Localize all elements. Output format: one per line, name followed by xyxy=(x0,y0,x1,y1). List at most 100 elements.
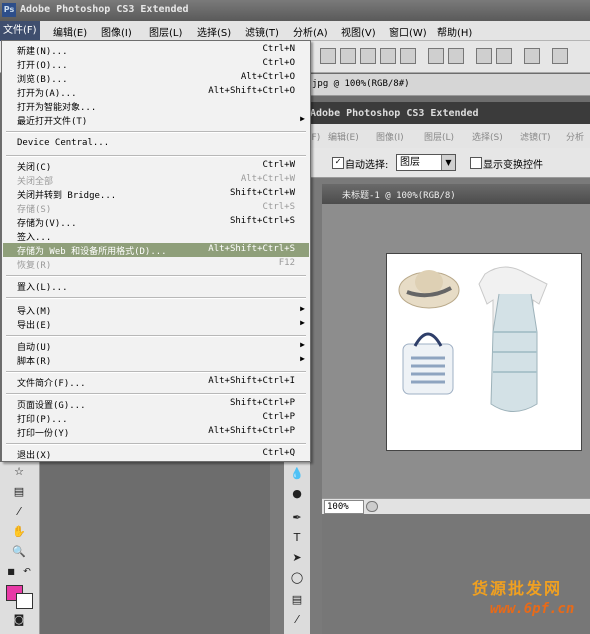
inner-window-title: Adobe Photoshop CS3 Extended xyxy=(310,108,479,119)
chevron-down-icon: ▼ xyxy=(441,155,455,170)
menu-item-label: 存储(S) xyxy=(17,205,52,215)
show-transform-checkbox[interactable] xyxy=(470,157,482,169)
submenu-arrow-icon: ▶ xyxy=(300,318,305,327)
menu-item-check-in[interactable]: 签入... xyxy=(3,229,309,243)
menu-layer[interactable]: 图层(L) xyxy=(149,24,182,39)
inner-menu-filter[interactable]: 滤镜(T) xyxy=(520,130,551,143)
menu-filter[interactable]: 滤镜(T) xyxy=(245,24,279,39)
auto-select-label: 自动选择: xyxy=(345,160,389,171)
align-hcenter-icon[interactable] xyxy=(400,48,416,64)
notes-icon[interactable]: ▤ xyxy=(288,592,306,608)
swap-colors-icon[interactable]: ↶ xyxy=(18,564,36,580)
menu-item-label: 脚本(R) xyxy=(17,357,52,367)
menu-item-new[interactable]: 新建(N)... Ctrl+N xyxy=(3,43,309,57)
align-left-icon[interactable] xyxy=(380,48,396,64)
document-tab[interactable]: jpg @ 100%(RGB/8#) xyxy=(310,74,590,96)
hand-icon[interactable]: ✋ xyxy=(10,524,28,540)
menu-item-browse[interactable]: 浏览(B)... Alt+Ctrl+O xyxy=(3,71,309,85)
menu-item-label: 页面设置(G)... xyxy=(17,401,86,411)
inner-menu-layer[interactable]: 图层(L) xyxy=(424,130,454,143)
auto-align-icon[interactable] xyxy=(552,48,568,64)
menu-item-exit[interactable]: 退出(X) Ctrl+Q xyxy=(3,447,309,461)
path-select-icon[interactable]: ➤ xyxy=(288,550,306,566)
inner-menu-image[interactable]: 图像(I) xyxy=(376,130,404,143)
photoshop-logo-icon: Ps xyxy=(2,3,16,17)
zoom-field[interactable]: 100% xyxy=(324,500,364,514)
menu-item-import[interactable]: 导入(M) ▶ xyxy=(3,303,309,317)
menu-edit[interactable]: 编辑(E) xyxy=(53,24,87,39)
inner-document-title: 未标题-1 @ 100%(RGB/8) xyxy=(342,191,456,201)
auto-select-checkbox[interactable]: ✓ xyxy=(332,157,344,169)
eyedropper-icon[interactable]: ⁄ xyxy=(288,612,306,628)
quickmask-icon[interactable]: ◙ xyxy=(10,612,28,628)
menu-select[interactable]: 选择(S) xyxy=(197,24,231,39)
menu-item-close-go-bridge[interactable]: 关闭并转到 Bridge... Shift+Ctrl+W xyxy=(3,187,309,201)
background-color-swatch[interactable] xyxy=(16,593,33,609)
blur-icon[interactable]: 💧 xyxy=(288,466,306,482)
inner-menu-edit[interactable]: 编辑(E) xyxy=(328,130,359,143)
menu-item-shortcut: Alt+Shift+Ctrl+P xyxy=(208,426,295,436)
distribute-left-icon[interactable] xyxy=(476,48,492,64)
status-bar: 100% xyxy=(322,498,590,514)
align-bottom-icon[interactable] xyxy=(360,48,376,64)
inner-menu-analysis[interactable]: 分析 xyxy=(566,130,584,143)
zoom-icon[interactable]: 🔍 xyxy=(10,544,28,560)
layer-select[interactable]: 图层 ▼ xyxy=(396,154,456,171)
menu-help[interactable]: 帮助(H) xyxy=(437,24,472,39)
align-vcenter-icon[interactable] xyxy=(340,48,356,64)
menu-item-scripts[interactable]: 脚本(R) ▶ xyxy=(3,353,309,367)
menu-image[interactable]: 图像(I) xyxy=(101,24,132,39)
app-title-bar: Ps Adobe Photoshop CS3 Extended xyxy=(0,0,590,21)
menu-item-open-smart-object[interactable]: 打开为智能对象... xyxy=(3,99,309,113)
menu-item-print-one-copy[interactable]: 打印一份(Y) Alt+Shift+Ctrl+P xyxy=(3,425,309,439)
menu-item-place[interactable]: 置入(L)... xyxy=(3,279,309,293)
layer-select-value: 图层 xyxy=(400,157,420,168)
distribute-hcenter-icon[interactable] xyxy=(496,48,512,64)
menu-item-open-as[interactable]: 打开为(A)... Alt+Shift+Ctrl+O xyxy=(3,85,309,99)
inner-menu-bar: 文件(F) 编辑(E) 图像(I) 图层(L) 选择(S) 滤镜(T) 分析 xyxy=(270,124,590,148)
menu-item-shortcut: Alt+Ctrl+O xyxy=(240,72,295,82)
menu-item-recent-files[interactable]: 最近打开文件(T) ▶ xyxy=(3,113,309,127)
menu-item-save-as[interactable]: 存储为(V)... Shift+Ctrl+S xyxy=(3,215,309,229)
menu-item-label: 签入... xyxy=(17,233,52,243)
ellipse-icon[interactable]: ◯ xyxy=(288,570,306,586)
menu-item-device-central[interactable]: Device Central... xyxy=(3,137,309,151)
menu-item-shortcut: Alt+Ctrl+W xyxy=(240,174,295,184)
show-transform-label: 显示变换控件 xyxy=(483,160,543,171)
menu-analysis[interactable]: 分析(A) xyxy=(293,24,328,39)
menu-item-shortcut: F12 xyxy=(278,258,295,268)
notes-icon[interactable]: ▤ xyxy=(10,484,28,500)
menu-item-save-for-web[interactable]: 存储为 Web 和设备所用格式(D)... Alt+Shift+Ctrl+S xyxy=(3,243,309,257)
canvas-store-text: 店铺名称或地址 xyxy=(435,420,533,436)
menu-item-label: 导出(E) xyxy=(17,321,52,331)
pen-icon[interactable]: ✒ xyxy=(288,510,306,526)
menu-item-save[interactable]: 存储(S) Ctrl+S xyxy=(3,201,309,215)
menu-item-page-setup[interactable]: 页面设置(G)... Shift+Ctrl+P xyxy=(3,397,309,411)
menu-file[interactable]: 文件(F) xyxy=(0,21,40,41)
menu-view[interactable]: 视图(V) xyxy=(341,24,376,39)
menu-item-revert[interactable]: 恢复(R) F12 xyxy=(3,257,309,271)
inner-menu-select[interactable]: 选择(S) xyxy=(472,130,503,143)
menu-item-label: 打开(O)... xyxy=(17,61,68,71)
submenu-arrow-icon: ▶ xyxy=(300,114,305,123)
menu-item-open[interactable]: 打开(O)... Ctrl+O xyxy=(3,57,309,71)
history-brush-icon[interactable]: ☆ xyxy=(10,464,28,480)
menu-item-close-all[interactable]: 关闭全部 Alt+Ctrl+W xyxy=(3,173,309,187)
menu-item-export[interactable]: 导出(E) ▶ xyxy=(3,317,309,331)
align-top-icon[interactable] xyxy=(320,48,336,64)
watermark-title: 货源批发网 xyxy=(472,579,563,598)
status-info-icon[interactable] xyxy=(366,501,378,512)
menu-item-automate[interactable]: 自动(U) ▶ xyxy=(3,339,309,353)
distribute-right-icon[interactable] xyxy=(524,48,540,64)
eyedropper-icon[interactable]: ⁄ xyxy=(10,504,28,520)
menu-item-label: 关闭全部 xyxy=(17,177,54,187)
distribute-vcenter-icon[interactable] xyxy=(448,48,464,64)
inner-document-title-bar[interactable]: 未标题-1 @ 100%(RGB/8) xyxy=(322,184,590,204)
dodge-icon[interactable]: ● xyxy=(288,486,306,502)
menu-item-print[interactable]: 打印(P)... Ctrl+P xyxy=(3,411,309,425)
menu-item-file-info[interactable]: 文件简介(F)... Alt+Shift+Ctrl+I xyxy=(3,375,309,389)
type-icon[interactable]: T xyxy=(288,530,306,546)
menu-window[interactable]: 窗口(W) xyxy=(389,24,427,39)
distribute-top-icon[interactable] xyxy=(428,48,444,64)
menu-item-close[interactable]: 关闭(C) Ctrl+W xyxy=(3,159,309,173)
